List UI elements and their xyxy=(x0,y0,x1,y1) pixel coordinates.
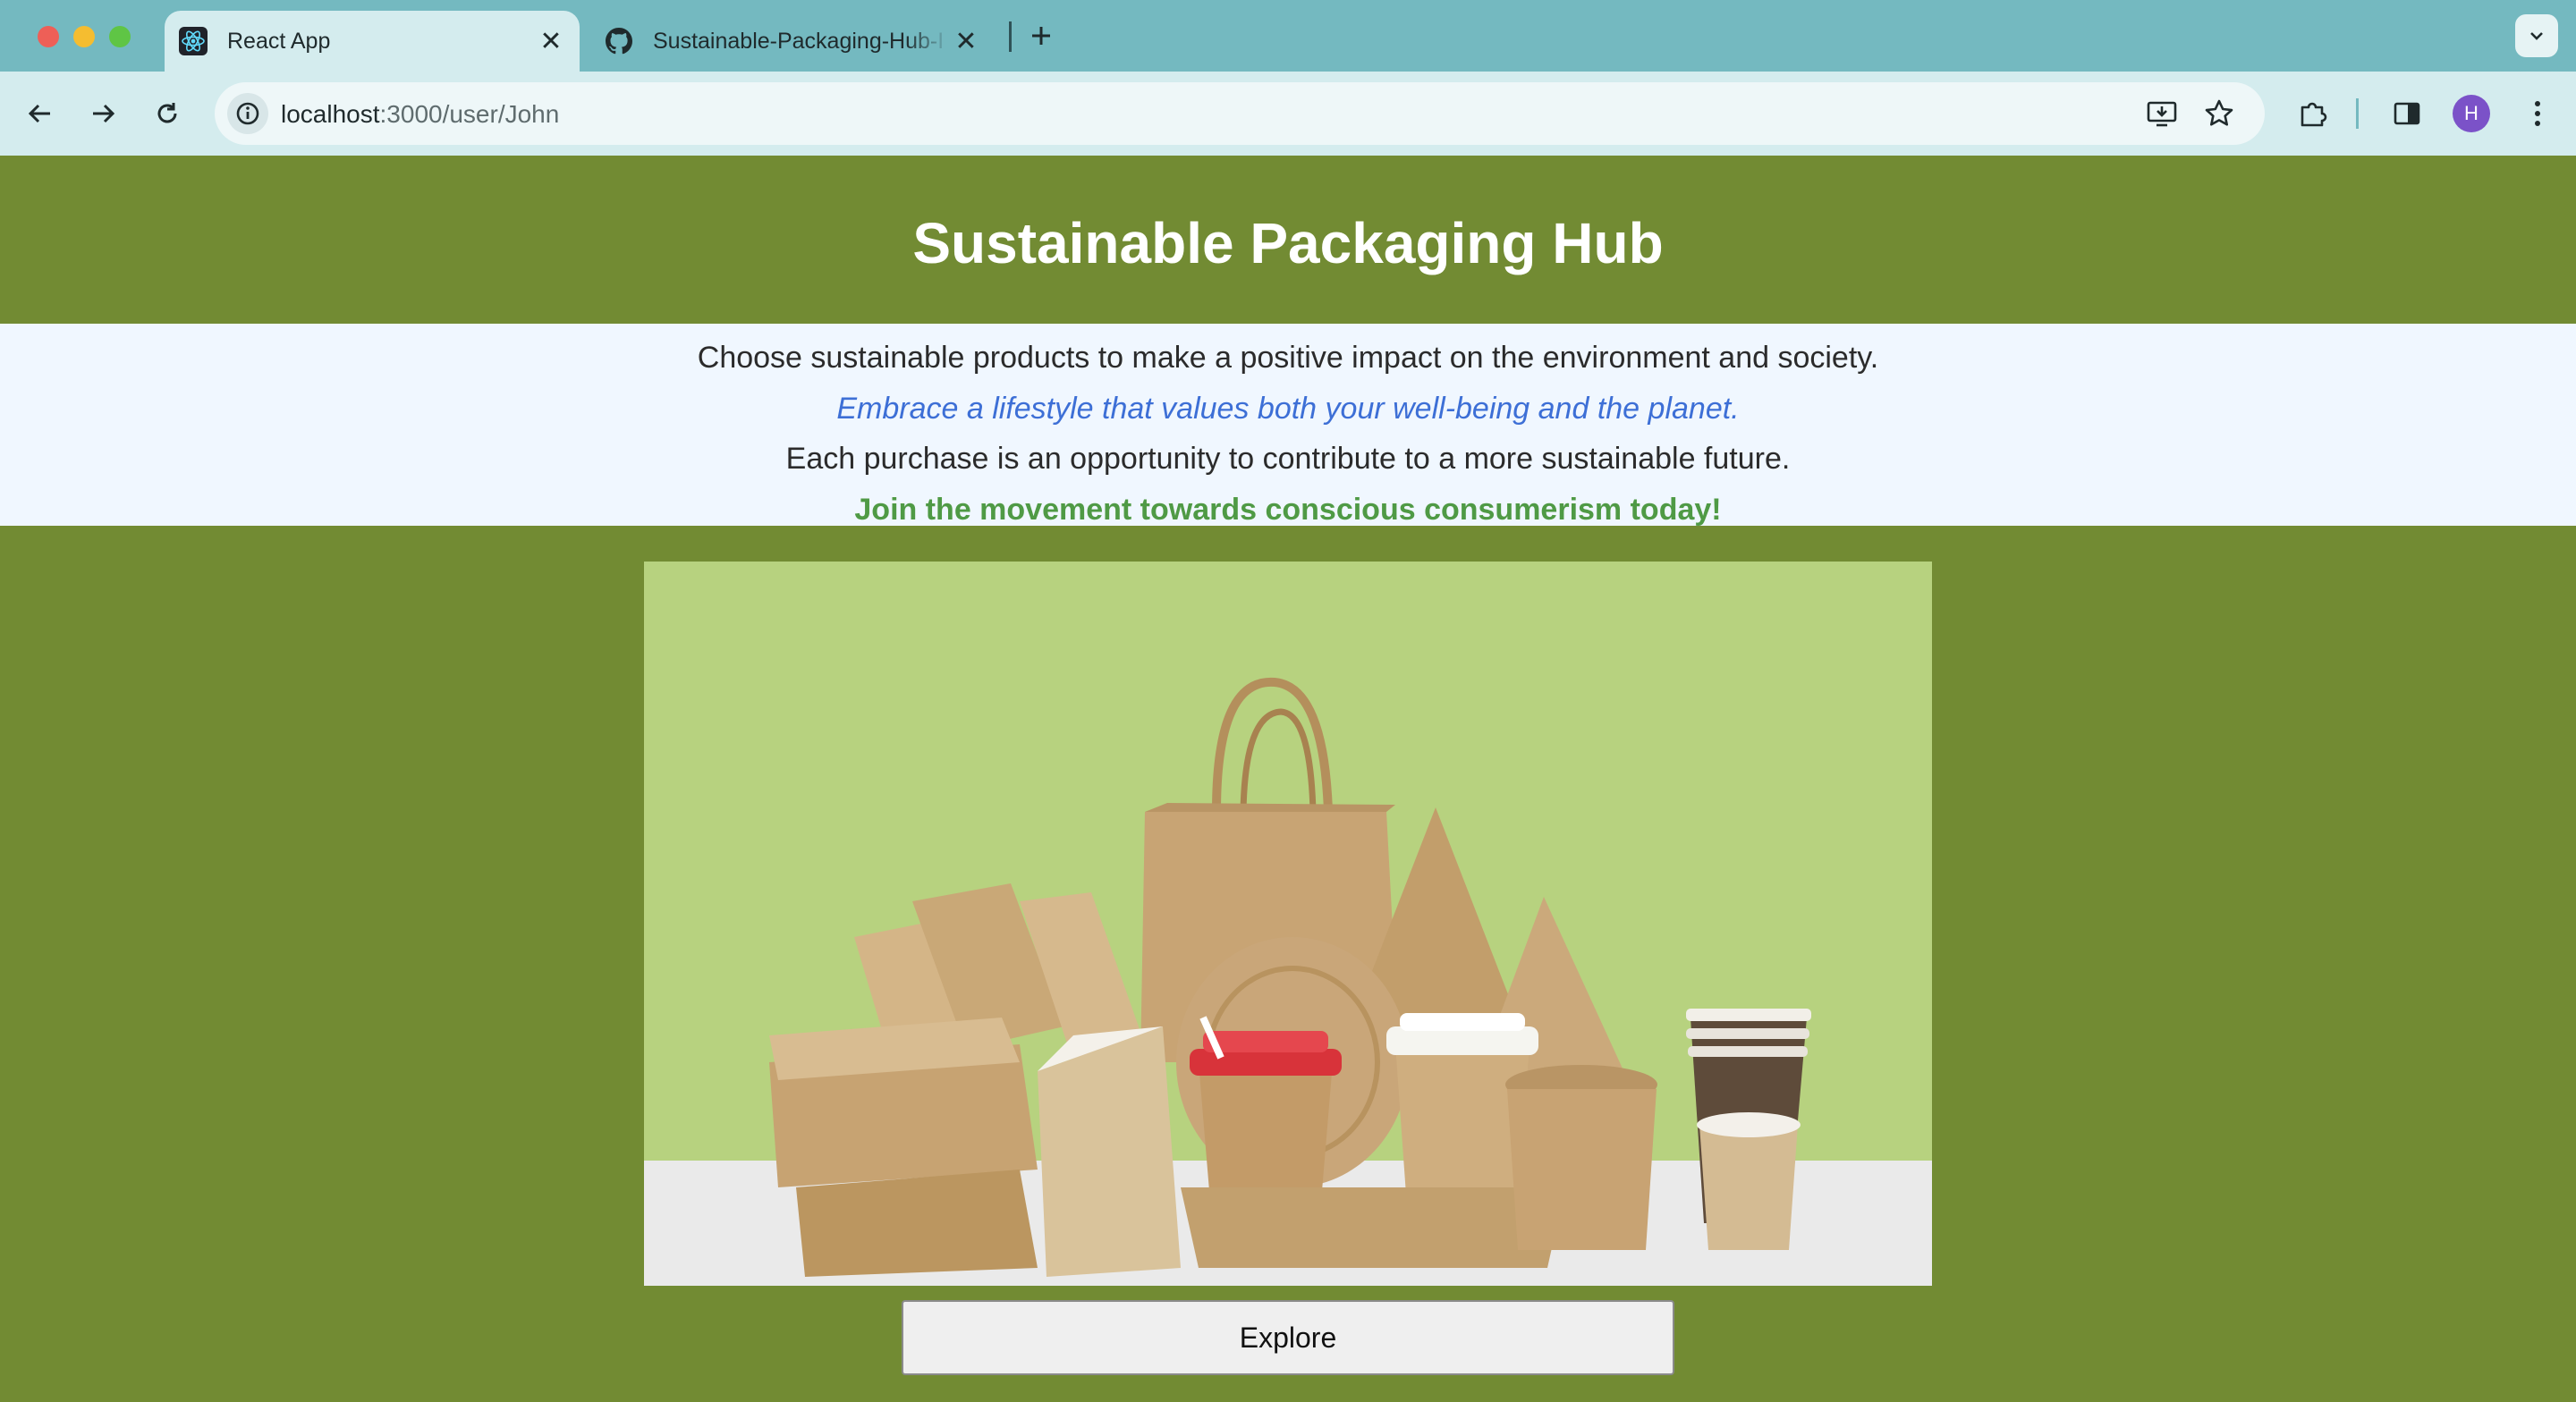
plus-icon[interactable] xyxy=(1023,18,1059,54)
reload-icon[interactable] xyxy=(145,91,190,136)
tab-divider xyxy=(1009,21,1012,52)
toolbar-divider xyxy=(2356,98,2359,129)
tab-react-app[interactable]: React App ✕ xyxy=(165,11,580,72)
url-path: :3000/user/John xyxy=(379,100,560,128)
tab-title: React App xyxy=(227,28,331,54)
browser-tab-bar: React App ✕ Sustainable-Packaging-Hub-I … xyxy=(0,0,2576,72)
tab-close-icon[interactable]: ✕ xyxy=(535,25,567,57)
more-menu-icon[interactable] xyxy=(2515,91,2560,136)
site-header: Sustainable Packaging Hub xyxy=(0,156,2576,324)
intro-call-to-action: Join the movement towards conscious cons… xyxy=(854,492,1722,527)
site-info-icon[interactable] xyxy=(227,93,268,134)
extensions-puzzle-icon[interactable] xyxy=(2290,91,2334,136)
explore-button[interactable]: Explore xyxy=(902,1300,1674,1375)
forward-arrow-icon[interactable] xyxy=(80,91,125,136)
browser-toolbar: localhost:3000/user/John H xyxy=(0,72,2576,156)
tab-github-repo[interactable]: Sustainable-Packaging-Hub-I ✕ xyxy=(590,11,995,72)
hero-image xyxy=(644,562,1932,1286)
tab-title: Sustainable-Packaging-Hub-I xyxy=(653,28,945,54)
url-text[interactable]: localhost:3000/user/John xyxy=(281,100,559,129)
bookmark-star-icon[interactable] xyxy=(2200,95,2238,132)
intro-line: Each purchase is an opportunity to contr… xyxy=(785,442,1791,476)
tab-search-chevron-down-icon[interactable] xyxy=(2515,14,2558,57)
intro-line: Choose sustainable products to make a po… xyxy=(697,341,1879,375)
react-icon xyxy=(179,27,208,55)
side-panel-icon[interactable] xyxy=(2385,91,2429,136)
page-title: Sustainable Packaging Hub xyxy=(912,211,1664,275)
back-arrow-icon[interactable] xyxy=(18,91,63,136)
url-host: localhost xyxy=(281,100,380,128)
page-content: Sustainable Packaging Hub Choose sustain… xyxy=(0,156,2576,1402)
address-bar[interactable]: localhost:3000/user/John xyxy=(215,82,2265,145)
tab-close-icon[interactable]: ✕ xyxy=(950,25,982,57)
install-app-icon[interactable] xyxy=(2143,95,2181,132)
window-minimize-button[interactable] xyxy=(73,26,95,47)
intro-section: Choose sustainable products to make a po… xyxy=(0,324,2576,527)
profile-avatar[interactable]: H xyxy=(2453,95,2490,132)
window-maximize-button[interactable] xyxy=(109,26,131,47)
github-icon xyxy=(605,27,633,55)
window-close-button[interactable] xyxy=(38,26,59,47)
intro-line-italic: Embrace a lifestyle that values both you… xyxy=(836,391,1740,426)
